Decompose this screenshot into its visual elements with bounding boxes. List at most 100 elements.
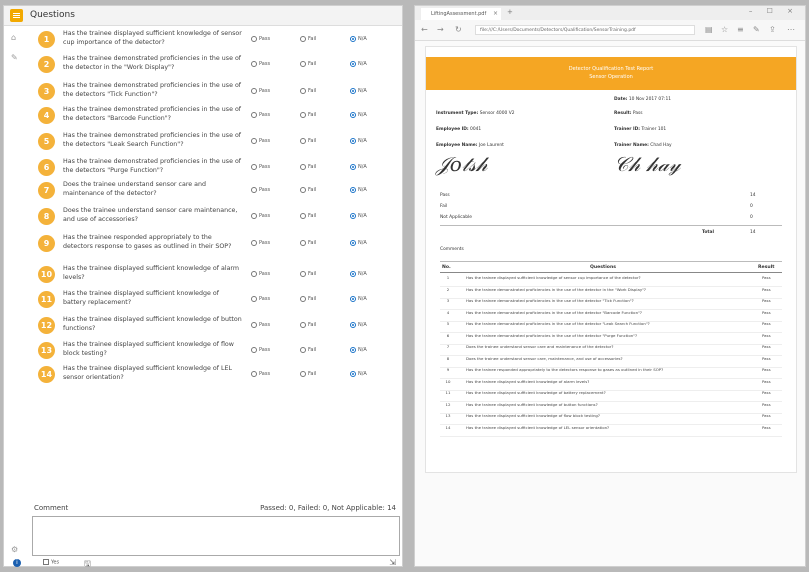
na-radio[interactable]: N/A bbox=[350, 87, 367, 95]
pass-radio[interactable]: Pass bbox=[251, 87, 270, 95]
na-label: N/A bbox=[358, 296, 367, 302]
refresh-icon[interactable]: ↻ bbox=[455, 25, 462, 34]
export-icon[interactable]: ⇲ bbox=[389, 558, 396, 567]
pass-radio[interactable]: Pass bbox=[251, 270, 270, 278]
radio-circle bbox=[251, 137, 257, 144]
radio-circle bbox=[300, 370, 306, 377]
favorite-icon[interactable]: ☆ bbox=[721, 25, 728, 34]
pass-radio[interactable]: Pass bbox=[251, 163, 270, 171]
na-radio[interactable]: N/A bbox=[350, 270, 367, 278]
na-radio[interactable]: N/A bbox=[350, 35, 367, 43]
na-radio[interactable]: N/A bbox=[350, 346, 367, 354]
fail-radio[interactable]: Fail bbox=[300, 270, 316, 278]
fail-radio[interactable]: Fail bbox=[300, 111, 316, 119]
row-question: Has the trainee displayed sufficient kno… bbox=[466, 390, 606, 395]
home-icon[interactable]: ⌂ bbox=[11, 34, 19, 42]
browser-tab[interactable]: LiftingAssessment.pdf × bbox=[421, 8, 501, 20]
row-result: Pass bbox=[762, 424, 771, 430]
info-icon[interactable]: i bbox=[13, 559, 21, 567]
question-text: Has the trainee displayed sufficient kno… bbox=[63, 290, 219, 306]
pass-radio[interactable]: Pass bbox=[251, 295, 270, 303]
forward-icon[interactable]: → bbox=[437, 25, 444, 34]
radio-circle bbox=[300, 87, 306, 94]
row-number: 14 bbox=[445, 424, 451, 430]
instrument-field: Instrument Type: Sensor 4000 V2 bbox=[436, 111, 515, 116]
na-radio[interactable]: N/A bbox=[350, 295, 367, 303]
pass-radio[interactable]: Pass bbox=[251, 186, 270, 194]
na-radio[interactable]: N/A bbox=[350, 137, 367, 145]
na-radio[interactable]: N/A bbox=[350, 321, 367, 329]
checkbox-box bbox=[43, 559, 49, 565]
fail-radio[interactable]: Fail bbox=[300, 212, 316, 220]
question-text: Does the trainee understand sensor care … bbox=[63, 207, 238, 223]
pass-label: Pass bbox=[259, 164, 271, 170]
comment-label: Comment bbox=[34, 504, 69, 512]
radio-circle bbox=[251, 212, 257, 219]
fail-radio[interactable]: Fail bbox=[300, 346, 316, 354]
reading-view-icon[interactable]: ▤ bbox=[705, 25, 713, 34]
row-question: Has the trainee displayed sufficient kno… bbox=[466, 401, 598, 407]
settings-icon[interactable]: ⚙ bbox=[11, 546, 19, 554]
pass-radio[interactable]: Pass bbox=[251, 35, 270, 43]
pass-radio[interactable]: Pass bbox=[251, 137, 270, 145]
back-icon[interactable]: ← bbox=[421, 25, 428, 34]
pass-radio[interactable]: Pass bbox=[251, 111, 270, 119]
share-icon[interactable]: ⇪ bbox=[769, 25, 776, 34]
row-question: Has the trainee demonstrated proficienci… bbox=[466, 332, 638, 338]
fail-radio[interactable]: Fail bbox=[300, 35, 316, 43]
fail-radio[interactable]: Fail bbox=[300, 186, 316, 194]
pass-radio[interactable]: Pass bbox=[251, 212, 270, 220]
tab-close-icon[interactable]: × bbox=[493, 8, 498, 20]
table-row: 1 Has the trainee displayed sufficient kn… bbox=[440, 275, 782, 287]
trainer-signature: 𝒞𝒽 𝒽𝒶𝓎 bbox=[614, 152, 681, 176]
na-label: N/A bbox=[358, 138, 367, 144]
fail-radio[interactable]: Fail bbox=[300, 87, 316, 95]
window-controls[interactable]: – ☐ × bbox=[749, 7, 799, 15]
pass-radio[interactable]: Pass bbox=[251, 321, 270, 329]
radio-circle bbox=[300, 346, 306, 353]
yes-checkbox-label: Yes bbox=[51, 559, 60, 566]
result-field: Result: Pass bbox=[614, 111, 643, 116]
na-radio[interactable]: N/A bbox=[350, 163, 367, 171]
na-radio[interactable]: N/A bbox=[350, 212, 367, 220]
hub-icon[interactable]: ≡ bbox=[737, 25, 744, 34]
pass-label: Pass bbox=[259, 187, 271, 193]
new-tab-icon[interactable]: + bbox=[507, 8, 513, 16]
pass-radio[interactable]: Pass bbox=[251, 239, 270, 247]
comment-input[interactable] bbox=[32, 516, 400, 556]
pass-radio[interactable]: Pass bbox=[251, 60, 270, 68]
na-radio[interactable]: N/A bbox=[350, 370, 367, 378]
count-label: Not Applicable bbox=[440, 215, 472, 220]
comments-label: Comments bbox=[440, 247, 464, 252]
edit-icon[interactable]: ✎ bbox=[11, 54, 19, 62]
row-question: Does the trainee understand sensor care … bbox=[466, 344, 614, 349]
hamburger-menu-icon[interactable] bbox=[10, 9, 23, 22]
fail-radio[interactable]: Fail bbox=[300, 321, 316, 329]
pass-label: Pass bbox=[259, 240, 271, 246]
fail-radio[interactable]: Fail bbox=[300, 239, 316, 247]
pass-radio[interactable]: Pass bbox=[251, 370, 270, 378]
fail-radio[interactable]: Fail bbox=[300, 163, 316, 171]
fail-radio[interactable]: Fail bbox=[300, 60, 316, 68]
fail-radio[interactable]: Fail bbox=[300, 295, 316, 303]
na-label: N/A bbox=[358, 88, 367, 94]
row-number: 1 bbox=[446, 275, 450, 280]
fail-radio[interactable]: Fail bbox=[300, 370, 316, 378]
na-radio[interactable]: N/A bbox=[350, 186, 367, 194]
radio-circle bbox=[251, 239, 257, 246]
url-field[interactable]: file:///C:/Users/Documents/Detectors/Qua… bbox=[475, 25, 695, 35]
na-radio[interactable]: N/A bbox=[350, 60, 367, 68]
radio-circle bbox=[300, 111, 306, 118]
more-icon[interactable]: ⋯ bbox=[787, 25, 795, 34]
notes-icon[interactable]: ✎ bbox=[753, 25, 760, 34]
radio-circle-selected bbox=[350, 370, 356, 377]
na-radio[interactable]: N/A bbox=[350, 111, 367, 119]
question-number-badge: 13 bbox=[38, 342, 55, 359]
na-label: N/A bbox=[358, 213, 367, 219]
pass-radio[interactable]: Pass bbox=[251, 346, 270, 354]
fail-radio[interactable]: Fail bbox=[300, 137, 316, 145]
fail-label: Fail bbox=[308, 88, 317, 94]
na-radio[interactable]: N/A bbox=[350, 239, 367, 247]
yes-checkbox[interactable]: Yes bbox=[43, 559, 59, 566]
save-icon[interactable]: 🖫 bbox=[84, 558, 91, 572]
